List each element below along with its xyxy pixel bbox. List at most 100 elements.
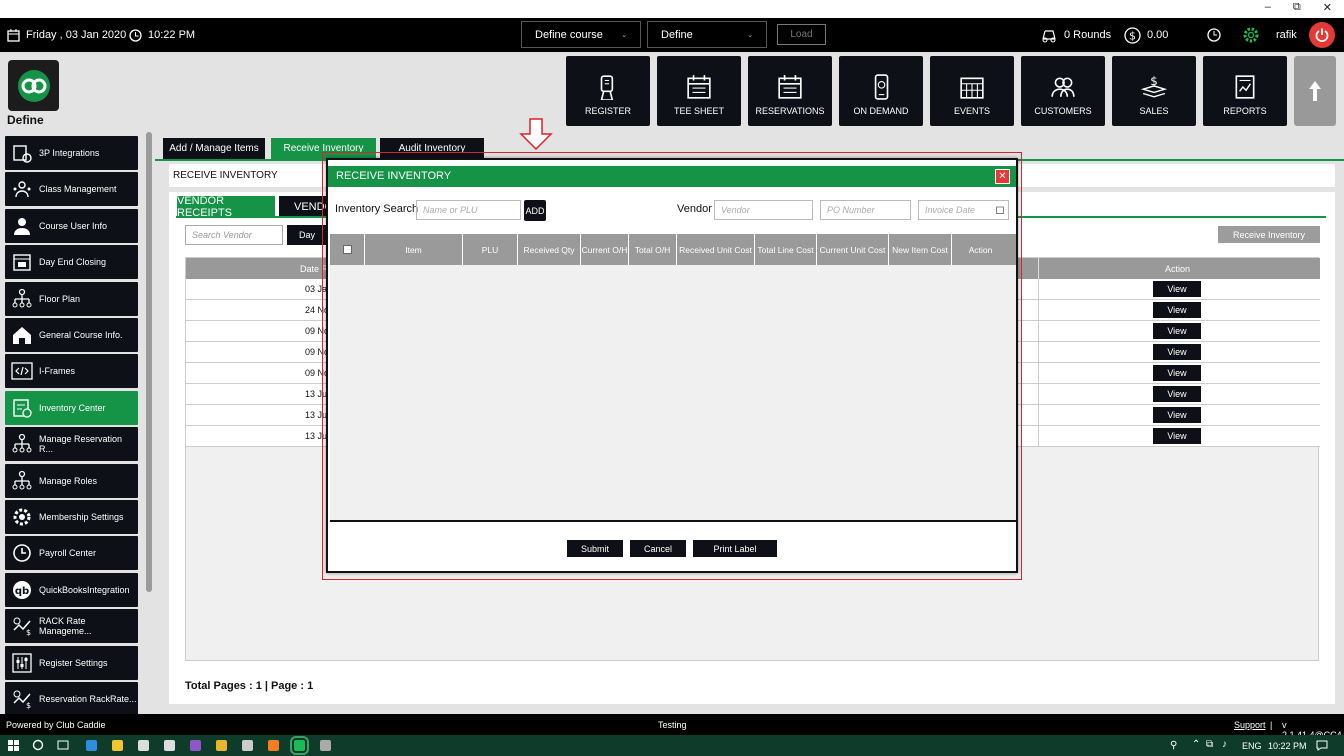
money-icon: $	[1141, 74, 1167, 98]
sidebar-item-i-frames[interactable]: I-Frames	[5, 354, 138, 389]
mail-icon[interactable]	[138, 740, 149, 751]
close-window-button[interactable]: ✕	[1323, 1, 1332, 14]
edge-icon[interactable]	[86, 740, 97, 751]
app-alt-icon[interactable]	[320, 740, 331, 751]
chrome-icon[interactable]	[216, 740, 227, 751]
select-all-checkbox[interactable]	[342, 245, 352, 254]
clock-text[interactable]: 10:22 PM	[1268, 741, 1307, 751]
view-button[interactable]: View	[1153, 323, 1201, 339]
search-vendor-input[interactable]: Search Vendor	[185, 225, 283, 245]
inventory-search-input[interactable]: Name or PLU	[416, 200, 521, 220]
view-button[interactable]: View	[1153, 302, 1201, 318]
sidebar-item-manage-roles[interactable]: Manage Roles	[5, 463, 138, 498]
nav-reports[interactable]: REPORTS	[1203, 56, 1287, 126]
sidebar-item-inventory-center[interactable]: Inventory Center	[5, 390, 138, 425]
receive-inventory-button[interactable]: Receive Inventory	[1218, 226, 1320, 243]
modal-column-received-qty: Received Qty	[518, 234, 581, 265]
view-button[interactable]: View	[1153, 365, 1201, 381]
sidebar-item-membership-settings[interactable]: Membership Settings	[5, 500, 138, 534]
invoice-date-input[interactable]: Invoice Date	[918, 200, 1009, 220]
sidebar-item-rack-rate-manageme[interactable]: $ RACK Rate Manageme...	[5, 609, 138, 644]
print-label-button[interactable]: Print Label	[693, 540, 777, 557]
day-filter-button[interactable]: Day	[287, 225, 327, 245]
history-button[interactable]	[1207, 18, 1221, 52]
tray-chevron-icon[interactable]: ⌃	[1192, 739, 1200, 750]
sidebar-scrollbar[interactable]	[146, 132, 152, 592]
vendor-input[interactable]: Vendor	[714, 200, 813, 220]
column-divider	[1038, 300, 1039, 320]
sublime-icon[interactable]	[268, 740, 279, 751]
invoice-date-placeholder: Invoice Date	[925, 205, 976, 215]
tab-add-manage-items[interactable]: Add / Manage Items	[163, 138, 265, 159]
tab-vendor-receipts[interactable]: VENDOR RECEIPTS	[177, 195, 275, 219]
minimize-button[interactable]: –	[1265, 1, 1271, 14]
view-button[interactable]: View	[1153, 386, 1201, 402]
file-explorer-icon[interactable]	[112, 740, 123, 751]
store-icon[interactable]	[164, 740, 175, 751]
notification-icon[interactable]	[1316, 740, 1328, 751]
network-icon[interactable]: ⧉	[1206, 739, 1213, 750]
sidebar-item-manage-reservation-r[interactable]: Manage Reservation R...	[5, 427, 138, 462]
sidebar-item-general-course-info[interactable]: General Course Info.	[5, 318, 138, 352]
power-button[interactable]	[1309, 22, 1335, 48]
time-text: 10:22 PM	[148, 29, 196, 41]
add-item-button[interactable]: ADD	[524, 200, 546, 221]
volume-icon[interactable]: ♪	[1222, 739, 1227, 750]
chrome-alt-icon[interactable]	[242, 740, 253, 751]
sidebar-item-register-settings[interactable]: Register Settings	[5, 645, 138, 680]
course-select-value: Define course	[535, 28, 603, 41]
nav-on-demand[interactable]: ON DEMAND	[839, 56, 923, 126]
view-button[interactable]: View	[1153, 407, 1201, 423]
report-icon	[1235, 75, 1255, 99]
app-icon[interactable]	[290, 736, 309, 755]
support-link[interactable]: Support	[1234, 720, 1266, 730]
brand-logo[interactable]	[8, 60, 59, 111]
sidebar-item-day-end-closing[interactable]: Day End Closing	[5, 245, 138, 280]
modal-items-table: Item PLU Received Qty Current O/H Total O/H R…	[330, 234, 1016, 522]
gear-icon	[1243, 27, 1259, 43]
select-all-cell	[330, 234, 365, 265]
view-button[interactable]: View	[1153, 344, 1201, 360]
po-number-input[interactable]: PO Number	[820, 200, 911, 220]
nav-reservations[interactable]: RESERVATIONS	[748, 56, 832, 126]
svg-text:$: $	[26, 628, 31, 637]
windows-start-icon[interactable]	[8, 740, 19, 751]
date-text: Friday , 03 Jan 2020	[26, 29, 127, 41]
scroll-up-button[interactable]	[1294, 56, 1336, 126]
nav-sales[interactable]: $ SALES	[1112, 56, 1196, 126]
sidebar-item-payroll-center[interactable]: Payroll Center	[5, 536, 138, 571]
course-select[interactable]: Define course ⌄	[521, 21, 641, 48]
footer: Powered by Club Caddie Testing Support |…	[0, 714, 1344, 740]
sidebar-item-course-user-info[interactable]: Course User Info	[5, 208, 138, 243]
nav-tee-sheet[interactable]: TEE SHEET	[657, 56, 741, 126]
nav-register[interactable]: REGISTER	[566, 56, 650, 126]
sidebar-item-reservation-rackrate[interactable]: $ Reservation RackRate...	[5, 682, 138, 714]
sidebar-item-3p-integrations[interactable]: 3P Integrations	[5, 136, 138, 170]
modal-close-button[interactable]: ✕	[995, 169, 1010, 184]
user-name[interactable]: rafik	[1276, 18, 1297, 52]
maximize-button[interactable]: ⧉	[1293, 1, 1301, 14]
nav-label: TEE SHEET	[673, 106, 724, 116]
nav-label: REPORTS	[1223, 106, 1267, 116]
column-divider	[1038, 342, 1039, 362]
sidebar-item-class-management[interactable]: Class Management	[5, 172, 138, 207]
search-icon[interactable]	[32, 739, 44, 751]
nav-customers[interactable]: CUSTOMERS	[1021, 56, 1105, 126]
settings-button[interactable]	[1242, 18, 1260, 52]
people-icon[interactable]: ⚲	[1170, 740, 1177, 751]
os-taskbar: ⚲ ⌃ ⧉ ♪ ENG 10:22 PM	[0, 735, 1344, 756]
visual-studio-icon[interactable]	[190, 740, 201, 751]
submit-button[interactable]: Submit	[567, 540, 623, 557]
load-button[interactable]: Load	[777, 24, 826, 45]
sidebar-item-quickbooksintegration[interactable]: qb QuickBooksIntegration	[5, 572, 138, 607]
view-button[interactable]: View	[1153, 281, 1201, 297]
task-view-icon[interactable]	[57, 740, 69, 750]
language-indicator[interactable]: ENG	[1242, 741, 1262, 751]
nav-events[interactable]: EVENTS	[930, 56, 1014, 126]
define-select[interactable]: Define ⌄	[647, 21, 767, 48]
sidebar-item-label: 3P Integrations	[39, 148, 100, 158]
view-button[interactable]: View	[1153, 428, 1201, 444]
cancel-button[interactable]: Cancel	[630, 540, 686, 557]
clock-icon	[1207, 28, 1221, 42]
sidebar-item-floor-plan[interactable]: Floor Plan	[5, 281, 138, 316]
